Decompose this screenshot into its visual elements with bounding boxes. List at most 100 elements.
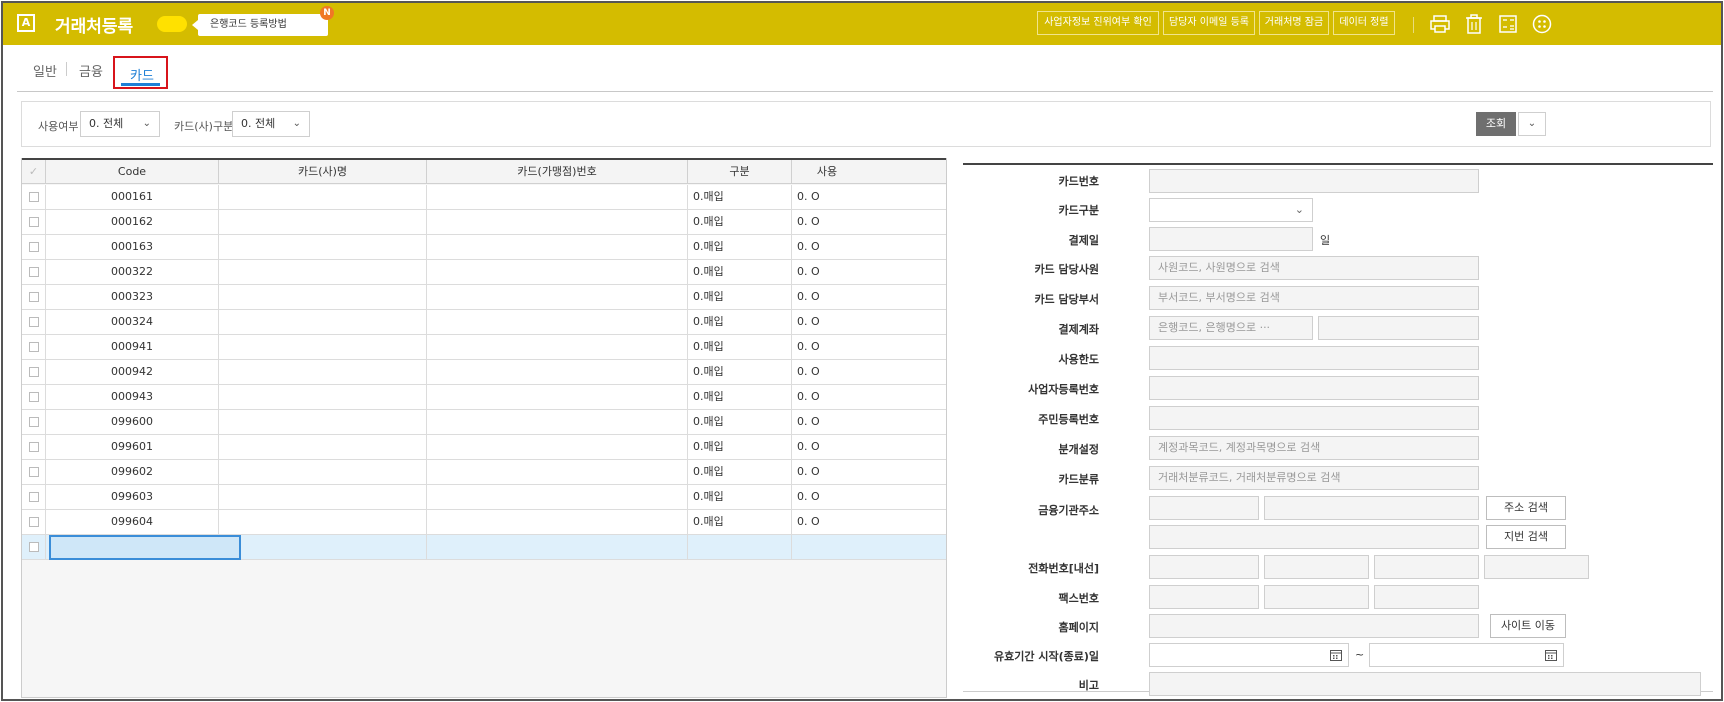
row-checkbox[interactable] xyxy=(22,285,46,309)
row-checkbox[interactable] xyxy=(22,410,46,434)
table-row[interactable]: 099602 0.매입 0. O xyxy=(22,460,946,485)
pay-account-name-input[interactable] xyxy=(1318,316,1479,340)
pay-day-input[interactable] xyxy=(1149,227,1313,251)
table-row[interactable]: 000942 0.매입 0. O xyxy=(22,360,946,385)
row-checkbox[interactable] xyxy=(22,235,46,259)
active-cell-editor[interactable] xyxy=(49,535,241,560)
tab-finance[interactable]: 금융 xyxy=(79,61,103,80)
fax-last-input[interactable] xyxy=(1374,585,1479,609)
table-row[interactable]: 000162 0.매입 0. O xyxy=(22,210,946,235)
checkbox[interactable] xyxy=(28,392,39,402)
row-checkbox[interactable] xyxy=(22,460,46,484)
manager-email-button[interactable]: 담당자 이메일 등록 xyxy=(1163,11,1255,35)
checkbox[interactable] xyxy=(28,292,39,302)
lock-name-button[interactable]: 거래처명 잠금 xyxy=(1259,11,1329,35)
table-row[interactable]: 000943 0.매입 0. O xyxy=(22,385,946,410)
new-cell-card-number[interactable] xyxy=(427,535,688,559)
column-use[interactable]: 사용 xyxy=(792,160,862,184)
table-row[interactable]: 000161 0.매입 0. O xyxy=(22,185,946,210)
table-row[interactable]: 000941 0.매입 0. O xyxy=(22,335,946,360)
row-checkbox[interactable] xyxy=(22,435,46,459)
table-row[interactable]: 000322 0.매입 0. O xyxy=(22,260,946,285)
table-row[interactable]: 000163 0.매입 0. O xyxy=(22,235,946,260)
checkbox[interactable] xyxy=(28,492,39,502)
row-checkbox[interactable] xyxy=(22,485,46,509)
checkbox[interactable] xyxy=(28,517,39,527)
row-checkbox[interactable] xyxy=(22,260,46,284)
column-type[interactable]: 구분 xyxy=(688,160,792,184)
lot-search-button[interactable]: 지번 검색 xyxy=(1486,525,1566,549)
checkbox[interactable] xyxy=(28,217,39,227)
table-row[interactable]: 099604 0.매입 0. O xyxy=(22,510,946,535)
validity-end-input[interactable] xyxy=(1369,643,1564,667)
table-row[interactable]: 000324 0.매입 0. O xyxy=(22,310,946,335)
pay-account-input[interactable]: 은행코드, 은행명으로 ··· xyxy=(1149,316,1313,340)
use-filter-select[interactable]: 0. 전체 ⌄ xyxy=(80,111,160,137)
new-cell-use[interactable] xyxy=(792,535,862,559)
verify-business-button[interactable]: 사업자정보 진위여부 확인 xyxy=(1037,11,1159,35)
card-manager-input[interactable]: 사원코드, 사원명으로 검색 xyxy=(1149,256,1479,280)
tab-general[interactable]: 일반 xyxy=(33,61,57,80)
fax-area-input[interactable] xyxy=(1149,585,1259,609)
limit-input[interactable] xyxy=(1149,346,1479,370)
row-checkbox[interactable] xyxy=(22,185,46,209)
journal-input[interactable]: 계정과목코드, 계정과목명으로 검색 xyxy=(1149,436,1479,460)
zipcode-input[interactable] xyxy=(1149,496,1259,520)
row-checkbox[interactable] xyxy=(22,310,46,334)
tab-card[interactable]: 카드 xyxy=(113,56,168,89)
row-checkbox[interactable] xyxy=(22,360,46,384)
row-checkbox[interactable] xyxy=(22,335,46,359)
checkbox[interactable] xyxy=(28,467,39,477)
calendar-icon[interactable] xyxy=(1545,649,1557,661)
new-row-checkbox[interactable] xyxy=(22,535,46,559)
column-card-name[interactable]: 카드(사)명 xyxy=(219,160,427,184)
phone-ext-input[interactable] xyxy=(1484,555,1589,579)
checkbox[interactable] xyxy=(28,367,39,377)
checkbox[interactable] xyxy=(28,192,39,202)
biz-no-input[interactable] xyxy=(1149,376,1479,400)
address-search-button[interactable]: 주소 검색 xyxy=(1486,496,1566,520)
fax-middle-input[interactable] xyxy=(1264,585,1369,609)
new-cell-card-name[interactable] xyxy=(219,535,427,559)
phone-middle-input[interactable] xyxy=(1264,555,1369,579)
checkbox[interactable] xyxy=(28,242,39,252)
hint-tooltip[interactable]: 은행코드 등록방법 xyxy=(192,14,328,36)
row-checkbox[interactable] xyxy=(22,510,46,534)
site-move-button[interactable]: 사이트 이동 xyxy=(1490,614,1566,638)
search-button[interactable]: 조회 xyxy=(1476,112,1516,136)
checkbox[interactable] xyxy=(28,342,39,352)
hint-toggle[interactable] xyxy=(157,16,187,32)
new-cell-type[interactable] xyxy=(688,535,792,559)
note-input[interactable] xyxy=(1149,672,1701,696)
resident-no-input[interactable] xyxy=(1149,406,1479,430)
address-detail-input[interactable] xyxy=(1149,525,1479,549)
expand-filter-button[interactable]: ⌄ xyxy=(1518,112,1546,136)
new-entry-row[interactable] xyxy=(22,535,946,560)
print-icon[interactable] xyxy=(1429,13,1451,35)
card-type-select[interactable]: ⌄ xyxy=(1149,198,1313,222)
homepage-input[interactable] xyxy=(1149,614,1479,638)
table-row[interactable]: 099600 0.매입 0. O xyxy=(22,410,946,435)
checkbox[interactable] xyxy=(28,417,39,427)
menu-icon[interactable] xyxy=(1531,13,1553,35)
column-code[interactable]: Code xyxy=(46,160,219,184)
trash-icon[interactable] xyxy=(1463,13,1485,35)
select-all-checkbox[interactable]: ✓ xyxy=(22,160,46,184)
column-card-number[interactable]: 카드(가맹점)번호 xyxy=(427,160,688,184)
card-type-filter-select[interactable]: 0. 전체 ⌄ xyxy=(232,111,310,137)
card-dept-input[interactable]: 부서코드, 부서명으로 검색 xyxy=(1149,286,1479,310)
card-number-input[interactable] xyxy=(1149,169,1479,193)
checkbox[interactable] xyxy=(28,267,39,277)
calculator-icon[interactable] xyxy=(1497,13,1519,35)
calendar-icon[interactable] xyxy=(1330,649,1342,661)
phone-area-input[interactable] xyxy=(1149,555,1259,579)
row-checkbox[interactable] xyxy=(22,210,46,234)
category-input[interactable]: 거래처분류코드, 거래처분류명으로 검색 xyxy=(1149,466,1479,490)
checkbox[interactable] xyxy=(28,542,39,552)
phone-last-input[interactable] xyxy=(1374,555,1479,579)
table-row[interactable]: 099603 0.매입 0. O xyxy=(22,485,946,510)
row-checkbox[interactable] xyxy=(22,385,46,409)
sort-data-button[interactable]: 데이터 정렬 xyxy=(1333,11,1395,35)
checkbox[interactable] xyxy=(28,317,39,327)
table-row[interactable]: 000323 0.매입 0. O xyxy=(22,285,946,310)
